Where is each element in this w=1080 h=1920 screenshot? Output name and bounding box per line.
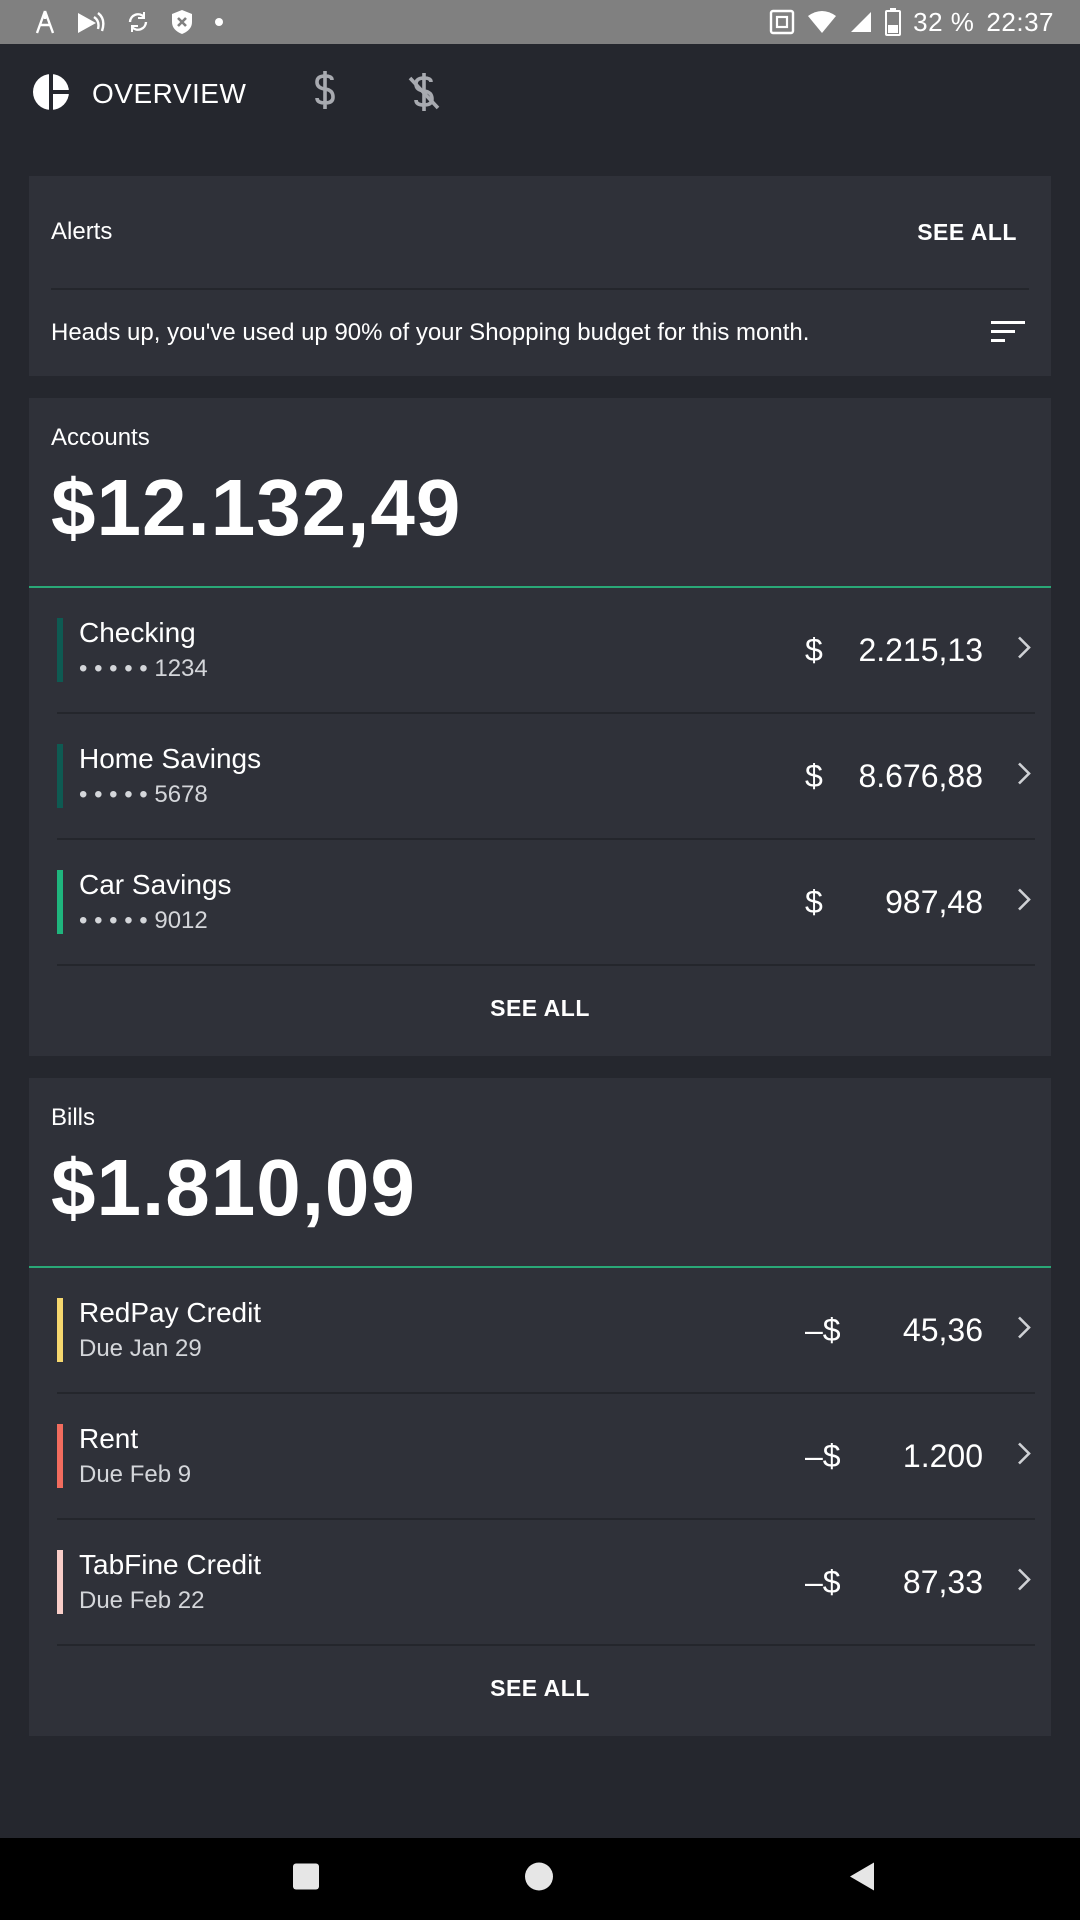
pie-chart-icon bbox=[32, 72, 70, 116]
bill-amount: 45,36 bbox=[902, 1311, 983, 1348]
bill-name: Rent bbox=[79, 1423, 139, 1454]
currency-symbol: –$ bbox=[805, 1437, 841, 1474]
bills-title: Bills bbox=[51, 1104, 96, 1131]
chevron-right-icon bbox=[1017, 762, 1031, 791]
currency-symbol: –$ bbox=[805, 1563, 841, 1600]
bill-name: TabFine Credit bbox=[79, 1549, 262, 1580]
bills-see-all-button[interactable]: SEE ALL bbox=[29, 1646, 1051, 1730]
accounts-title: Accounts bbox=[51, 424, 150, 451]
signal-icon bbox=[849, 10, 873, 34]
chevron-right-icon bbox=[1017, 1568, 1031, 1597]
bill-due-date: Due Feb 22 bbox=[79, 1587, 205, 1614]
account-color-bar bbox=[57, 618, 63, 682]
alerts-title: Alerts bbox=[51, 218, 113, 245]
account-name: Checking bbox=[79, 617, 196, 648]
account-balance: 987,48 bbox=[885, 883, 983, 920]
account-name: Car Savings bbox=[79, 869, 232, 900]
notification-dot-icon bbox=[214, 17, 224, 27]
sort-icon[interactable] bbox=[991, 319, 1025, 348]
bill-due-date: Due Jan 29 bbox=[79, 1335, 202, 1362]
alert-item[interactable]: Heads up, you've used up 90% of your Sho… bbox=[29, 290, 1051, 376]
wifi-icon bbox=[807, 10, 837, 34]
bill-amount: 87,33 bbox=[902, 1563, 983, 1600]
bill-name: RedPay Credit bbox=[79, 1297, 262, 1328]
home-button[interactable] bbox=[524, 1862, 554, 1897]
top-tab-bar: OVERVIEW bbox=[0, 44, 1080, 144]
bill-color-bar bbox=[57, 1424, 63, 1488]
battery-icon bbox=[885, 8, 902, 36]
accounts-summary: Accounts $12.132,49 bbox=[29, 398, 1051, 586]
bills-total: $1.810,09 bbox=[51, 1143, 416, 1232]
cast-icon bbox=[76, 9, 106, 35]
accounts-see-all-button[interactable]: SEE ALL bbox=[29, 966, 1051, 1050]
back-button[interactable] bbox=[848, 1862, 876, 1897]
bill-row-tabfine-credit[interactable]: TabFine Credit Due Feb 22 –$ 87,33 bbox=[57, 1520, 1035, 1646]
account-number: • • • • • 9012 bbox=[79, 907, 208, 934]
bill-color-bar bbox=[57, 1298, 63, 1362]
account-name: Home Savings bbox=[79, 743, 262, 774]
account-color-bar bbox=[57, 744, 63, 808]
bill-due-date: Due Feb 9 bbox=[79, 1461, 192, 1488]
currency-symbol: –$ bbox=[805, 1311, 841, 1348]
account-balance: 2.215,13 bbox=[858, 631, 983, 668]
account-row-home-savings[interactable]: Home Savings • • • • • 5678 $ 8.676,88 bbox=[57, 714, 1035, 840]
shield-icon bbox=[170, 8, 194, 36]
bill-color-bar bbox=[57, 1550, 63, 1614]
alerts-card: Alerts SEE ALL Heads up, you've used up … bbox=[29, 176, 1051, 376]
battery-percent: 32 % bbox=[913, 6, 975, 37]
chevron-right-icon bbox=[1017, 636, 1031, 665]
chevron-right-icon bbox=[1017, 888, 1031, 917]
alert-message: Heads up, you've used up 90% of your Sho… bbox=[51, 319, 810, 346]
bill-amount: 1.200 bbox=[902, 1437, 983, 1474]
bills-card: Bills $1.810,09 RedPay Credit Due Jan 29… bbox=[29, 1078, 1051, 1736]
bill-row-redpay-credit[interactable]: RedPay Credit Due Jan 29 –$ 45,36 bbox=[57, 1268, 1035, 1394]
nfc-icon bbox=[769, 9, 795, 35]
status-bar: 32 % 22:37 bbox=[0, 0, 1080, 44]
no-dollar-icon bbox=[408, 72, 440, 117]
antenna-icon bbox=[34, 9, 56, 35]
currency-symbol: $ bbox=[805, 883, 823, 920]
chevron-right-icon bbox=[1017, 1316, 1031, 1345]
chevron-right-icon bbox=[1017, 1442, 1031, 1471]
dollar-icon bbox=[312, 70, 338, 119]
status-right: 32 % 22:37 bbox=[769, 7, 1054, 38]
tab-income[interactable] bbox=[312, 44, 338, 144]
system-nav-bar bbox=[0, 1838, 1080, 1920]
currency-symbol: $ bbox=[805, 631, 823, 668]
alerts-see-all-button[interactable]: SEE ALL bbox=[917, 219, 1017, 246]
recents-button[interactable] bbox=[292, 1863, 320, 1896]
bills-summary: Bills $1.810,09 bbox=[29, 1078, 1051, 1266]
account-color-bar bbox=[57, 870, 63, 934]
tab-expenses[interactable] bbox=[408, 44, 440, 144]
account-number: • • • • • 5678 bbox=[79, 781, 208, 808]
account-row-checking[interactable]: Checking • • • • • 1234 $ 2.215,13 bbox=[57, 588, 1035, 714]
tab-overview[interactable]: OVERVIEW bbox=[32, 44, 246, 144]
clock: 22:37 bbox=[986, 6, 1054, 37]
account-row-car-savings[interactable]: Car Savings • • • • • 9012 $ 987,48 bbox=[57, 840, 1035, 966]
status-left bbox=[34, 8, 224, 36]
account-number: • • • • • 1234 bbox=[79, 655, 208, 682]
tab-overview-label: OVERVIEW bbox=[92, 78, 247, 109]
alerts-header: Alerts SEE ALL bbox=[29, 176, 1051, 288]
bill-row-rent[interactable]: Rent Due Feb 9 –$ 1.200 bbox=[57, 1394, 1035, 1520]
sync-icon bbox=[126, 10, 150, 34]
accounts-total: $12.132,49 bbox=[51, 463, 462, 552]
account-balance: 8.676,88 bbox=[858, 757, 983, 794]
accounts-card: Accounts $12.132,49 Checking • • • • • 1… bbox=[29, 398, 1051, 1056]
currency-symbol: $ bbox=[805, 757, 823, 794]
